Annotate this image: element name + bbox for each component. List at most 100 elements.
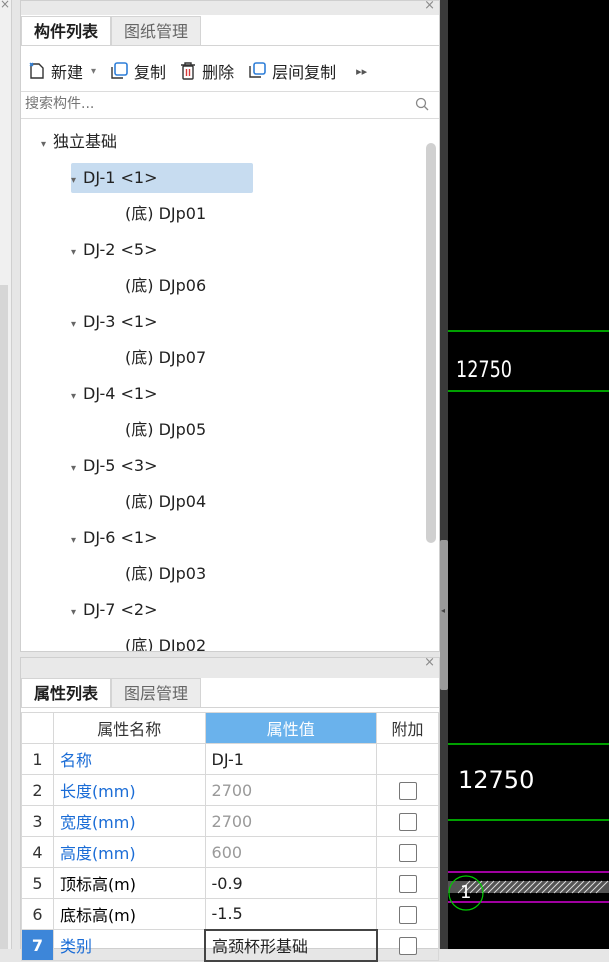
- floor-copy-button[interactable]: 层间复制: [246, 59, 336, 83]
- extra-cell: [376, 774, 439, 806]
- panel-header-bar: [21, 658, 439, 678]
- property-value[interactable]: DJ-1: [204, 743, 378, 775]
- tab-divider: [21, 45, 439, 46]
- extra-cell: [376, 867, 439, 899]
- tree-item[interactable]: (底) DJp02: [125, 631, 206, 651]
- extra-checkbox[interactable]: [398, 905, 417, 924]
- collapse-arrow-icon[interactable]: ◂: [441, 606, 445, 615]
- property-name: 长度(mm): [52, 774, 206, 806]
- property-value[interactable]: 2700: [204, 774, 378, 806]
- property-value[interactable]: -1.5: [204, 898, 378, 930]
- component-list-panel: × 构件列表 图纸管理 新建 ▾ 复制 删除 层间复制 ▸▸ 搜索构件... ▾…: [20, 0, 440, 652]
- tree-item[interactable]: (底) DJp07: [125, 343, 206, 373]
- tree-item[interactable]: (底) DJp06: [125, 271, 206, 301]
- table-row[interactable]: 4 高度(mm) 600: [21, 836, 439, 868]
- splitter-handle[interactable]: [440, 540, 448, 690]
- table-row[interactable]: 6 底标高(m) -1.5: [21, 898, 439, 930]
- left-panel-edge: ×: [0, 0, 12, 949]
- new-file-icon: [29, 62, 44, 79]
- table-row[interactable]: 5 顶标高(m) -0.9: [21, 867, 439, 899]
- property-name: 高度(mm): [52, 836, 206, 868]
- table-row[interactable]: 3 宽度(mm) 2700: [21, 805, 439, 837]
- tree-group-dj-4[interactable]: ▾ DJ-4 <1>: [71, 379, 158, 409]
- property-table: 属性名称 属性值 附加 1 名称 DJ-1 2 长度(mm) 2700 3 宽度…: [21, 712, 439, 962]
- extra-cell: [376, 805, 439, 837]
- property-value[interactable]: 600: [204, 836, 378, 868]
- tree-group-dj-3[interactable]: ▾ DJ-3 <1>: [71, 307, 158, 337]
- delete-button[interactable]: 删除: [178, 59, 234, 83]
- cad-canvas[interactable]: 12750 12750 1: [448, 0, 609, 949]
- expand-arrow-icon[interactable]: ▾: [71, 166, 83, 196]
- close-icon[interactable]: ×: [424, 0, 435, 13]
- property-value[interactable]: -0.9: [204, 867, 378, 899]
- expand-arrow-icon[interactable]: ▾: [71, 454, 83, 484]
- new-button[interactable]: 新建 ▾: [27, 59, 96, 83]
- index-header: [21, 712, 54, 744]
- extra-checkbox[interactable]: [398, 781, 417, 800]
- trash-icon: [181, 62, 196, 80]
- property-list-panel: × 属性列表 图层管理 属性名称 属性值 附加 1 名称 DJ-1 2 长度(m…: [20, 655, 440, 962]
- left-scrollbar[interactable]: [0, 285, 8, 949]
- grid-axis-label: 1: [460, 882, 472, 903]
- property-name: 类别: [52, 929, 206, 961]
- extra-checkbox[interactable]: [398, 874, 417, 893]
- table-row[interactable]: 2 长度(mm) 2700: [21, 774, 439, 806]
- component-toolbar: 新建 ▾ 复制 删除 层间复制 ▸▸: [21, 53, 441, 89]
- expand-arrow-icon[interactable]: ▾: [71, 238, 83, 268]
- new-label: 新建: [51, 63, 84, 82]
- table-row[interactable]: 7 类别 高颈杯形基础: [21, 928, 439, 962]
- tab-layer-management[interactable]: 图层管理: [111, 678, 202, 708]
- expand-arrow-icon[interactable]: ▾: [41, 130, 53, 160]
- expand-arrow-icon[interactable]: ▾: [71, 598, 83, 628]
- property-name: 宽度(mm): [52, 805, 206, 837]
- expand-arrow-icon[interactable]: ▾: [71, 310, 83, 340]
- name-header[interactable]: 属性名称: [52, 712, 206, 744]
- row-index: 6: [21, 898, 54, 930]
- cad-drawing: [448, 330, 609, 911]
- component-tree: ▾ 独立基础 ▾ DJ-1 <1> (底) DJp01 ▾ DJ-2 <5> (底) …: [21, 121, 425, 651]
- tree-group-dj-5[interactable]: ▾ DJ-5 <3>: [71, 451, 158, 481]
- property-value[interactable]: 2700: [204, 805, 378, 837]
- row-index: 2: [21, 774, 54, 806]
- copy-label: 复制: [134, 63, 167, 82]
- value-header[interactable]: 属性值: [204, 712, 378, 744]
- tab-component-list[interactable]: 构件列表: [21, 16, 112, 46]
- extra-checkbox[interactable]: [398, 936, 417, 955]
- tree-group-dj-6[interactable]: ▾ DJ-6 <1>: [71, 523, 158, 553]
- row-index: 1: [21, 743, 54, 775]
- tab-property-list[interactable]: 属性列表: [21, 678, 112, 708]
- row-index: 3: [21, 805, 54, 837]
- tree-group-dj-7[interactable]: ▾ DJ-7 <2>: [71, 595, 158, 625]
- more-icon[interactable]: ▸▸: [356, 65, 367, 78]
- floor-copy-icon: [249, 62, 266, 78]
- tree-item[interactable]: (底) DJp05: [125, 415, 206, 445]
- expand-arrow-icon[interactable]: ▾: [71, 382, 83, 412]
- row-index: 5: [21, 867, 54, 899]
- extra-header[interactable]: 附加: [376, 712, 439, 744]
- tab-divider: [21, 707, 439, 708]
- close-icon[interactable]: ×: [0, 0, 10, 11]
- close-icon[interactable]: ×: [424, 655, 435, 670]
- tree-root[interactable]: ▾ 独立基础: [41, 127, 117, 157]
- chevron-down-icon[interactable]: ▾: [91, 66, 96, 77]
- expand-arrow-icon[interactable]: ▾: [71, 526, 83, 556]
- search-input[interactable]: [21, 92, 409, 116]
- property-value[interactable]: 高颈杯形基础: [204, 928, 378, 962]
- row-index: 7: [21, 929, 54, 961]
- panel-splitter[interactable]: ◂: [440, 0, 448, 949]
- extra-cell: [376, 929, 439, 961]
- tree-scrollbar[interactable]: [426, 143, 436, 543]
- tree-group-dj-2[interactable]: ▾ DJ-2 <5>: [71, 235, 158, 265]
- extra-checkbox[interactable]: [398, 812, 417, 831]
- tree-item[interactable]: (底) DJp03: [125, 559, 206, 589]
- property-name: 底标高(m): [52, 898, 206, 930]
- table-row[interactable]: 1 名称 DJ-1: [21, 743, 439, 775]
- extra-checkbox[interactable]: [398, 843, 417, 862]
- copy-button[interactable]: 复制: [108, 59, 166, 83]
- tab-drawing-management[interactable]: 图纸管理: [111, 16, 202, 46]
- search-icon[interactable]: [415, 97, 429, 111]
- tree-group-dj-1[interactable]: ▾ DJ-1 <1>: [71, 163, 253, 193]
- tree-item[interactable]: (底) DJp04: [125, 487, 206, 517]
- property-tabs: 属性列表 图层管理: [21, 678, 202, 708]
- tree-item[interactable]: (底) DJp01: [125, 199, 206, 229]
